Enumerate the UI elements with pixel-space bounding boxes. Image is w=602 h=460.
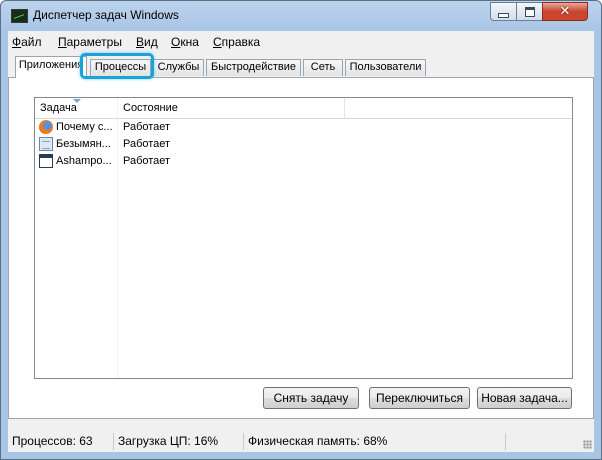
column-header-task[interactable]: Задача — [35, 98, 118, 118]
minimize-button[interactable] — [490, 2, 517, 21]
status-memory: Физическая память: 68% — [244, 433, 506, 450]
client-area: Файл Параметры Вид Окна Справка Приложен… — [8, 31, 594, 452]
task-status: Работает — [123, 121, 171, 133]
status-processes: Процессов: 63 — [8, 433, 114, 450]
list-header: Задача Состояние — [35, 98, 572, 119]
sort-arrow-icon — [73, 99, 81, 103]
new-task-button[interactable]: Новая задача... — [477, 387, 572, 409]
menu-windows[interactable]: Окна — [171, 35, 199, 49]
tab-performance[interactable]: Быстродействие — [206, 59, 301, 76]
tab-network[interactable]: Сеть — [303, 59, 343, 76]
menu-bar: Файл Параметры Вид Окна Справка — [8, 31, 594, 52]
applications-panel: Задача Состояние Почему с... Работает Бе… — [8, 77, 594, 419]
column-header-empty — [345, 98, 572, 118]
tab-services[interactable]: Службы — [153, 59, 204, 76]
menu-help[interactable]: Справка — [213, 35, 260, 49]
list-item[interactable]: Безымян... Работает — [35, 136, 572, 153]
status-cpu: Загрузка ЦП: 16% — [114, 433, 244, 450]
menu-view[interactable]: Вид — [136, 35, 158, 49]
task-name: Ashampo... — [56, 155, 112, 167]
processes-tab-highlight — [80, 53, 154, 79]
task-status: Работает — [123, 138, 171, 150]
menu-options[interactable]: Параметры — [58, 35, 122, 49]
notepad-icon — [39, 137, 53, 151]
list-item[interactable]: Ashampo... Работает — [35, 153, 572, 170]
window-title: Диспетчер задач Windows — [33, 8, 179, 22]
firefox-icon — [39, 120, 53, 134]
maximize-icon — [524, 6, 535, 17]
maximize-button[interactable] — [516, 2, 543, 21]
title-bar[interactable]: Диспетчер задач Windows ✕ — [1, 1, 601, 31]
tab-applications[interactable]: Приложения — [15, 56, 87, 78]
close-button[interactable]: ✕ — [542, 2, 588, 21]
task-status: Работает — [123, 155, 171, 167]
menu-file[interactable]: Файл — [12, 35, 42, 49]
tab-users[interactable]: Пользователи — [345, 59, 426, 76]
column-header-status[interactable]: Состояние — [118, 98, 345, 118]
task-manager-icon — [11, 9, 28, 23]
task-name: Почему с... — [56, 121, 113, 133]
app-window-icon — [39, 154, 53, 168]
resize-grip-icon[interactable] — [583, 440, 592, 449]
end-task-button[interactable]: Снять задачу — [263, 387, 359, 409]
switch-to-button[interactable]: Переключиться — [369, 387, 470, 409]
close-icon: ✕ — [559, 4, 571, 19]
task-list[interactable]: Задача Состояние Почему с... Работает Бе… — [34, 97, 573, 379]
list-item[interactable]: Почему с... Работает — [35, 119, 572, 136]
status-bar: Процессов: 63 Загрузка ЦП: 16% Физическа… — [8, 431, 594, 452]
minimize-icon — [498, 12, 509, 18]
task-name: Безымян... — [56, 138, 111, 150]
